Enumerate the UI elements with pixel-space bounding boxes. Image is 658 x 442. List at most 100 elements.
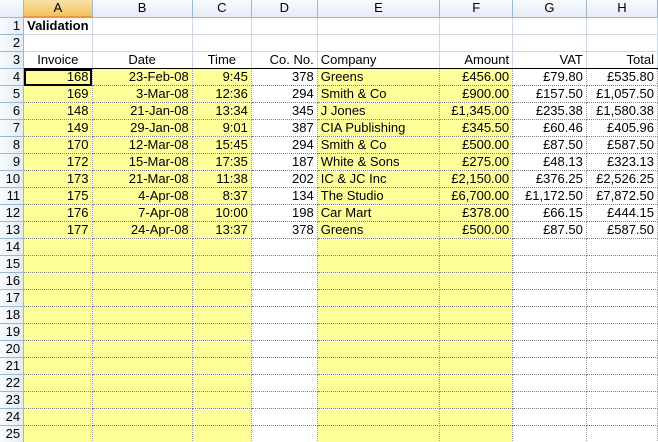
- cell-amount[interactable]: £500.00: [439, 136, 514, 154]
- cell-total[interactable]: £2,526.25: [586, 170, 658, 188]
- row-header[interactable]: 17: [0, 289, 25, 307]
- cell-co-no[interactable]: 202: [251, 170, 318, 188]
- cell[interactable]: [512, 238, 587, 256]
- cell-date[interactable]: 7-Apr-08: [92, 204, 193, 222]
- cell-date[interactable]: 21-Mar-08: [92, 170, 193, 188]
- cell[interactable]: [317, 323, 441, 341]
- cell[interactable]: [317, 391, 441, 409]
- cell-time[interactable]: 10:00: [192, 204, 252, 222]
- cell[interactable]: [92, 374, 193, 392]
- cell[interactable]: [586, 425, 658, 442]
- cell[interactable]: [439, 408, 514, 426]
- cell-vat[interactable]: £60.46: [512, 119, 587, 137]
- row-header[interactable]: 25: [0, 425, 25, 442]
- row-header[interactable]: 21: [0, 357, 25, 375]
- row-header[interactable]: 23: [0, 391, 25, 409]
- cell[interactable]: [251, 289, 318, 307]
- cell[interactable]: [23, 255, 93, 273]
- cell[interactable]: [251, 34, 318, 52]
- cell[interactable]: [512, 34, 587, 52]
- cell-date[interactable]: 21-Jan-08: [92, 102, 193, 120]
- column-header-a[interactable]: A: [23, 0, 93, 18]
- row-header[interactable]: 9: [0, 153, 25, 171]
- cell-invoice[interactable]: 168: [23, 68, 93, 86]
- cell[interactable]: [23, 357, 93, 375]
- cell-vat[interactable]: £66.15: [512, 204, 587, 222]
- cell[interactable]: [23, 340, 93, 358]
- cell[interactable]: [586, 323, 658, 341]
- cell[interactable]: [251, 425, 318, 442]
- cell[interactable]: [92, 238, 193, 256]
- cell-total[interactable]: £587.50: [586, 221, 658, 239]
- cell[interactable]: [586, 272, 658, 290]
- cell[interactable]: [192, 34, 252, 52]
- row-header[interactable]: 15: [0, 255, 25, 273]
- cell[interactable]: [23, 425, 93, 442]
- cell[interactable]: [251, 340, 318, 358]
- cell-time[interactable]: 8:37: [192, 187, 252, 205]
- cell-time[interactable]: 17:35: [192, 153, 252, 171]
- cell[interactable]: [23, 323, 93, 341]
- cell-time[interactable]: 15:45: [192, 136, 252, 154]
- cell-company[interactable]: CIA Publishing: [317, 119, 441, 137]
- cell[interactable]: [512, 289, 587, 307]
- cell-amount[interactable]: £456.00: [439, 68, 514, 86]
- cell-invoice[interactable]: 176: [23, 204, 93, 222]
- row-header[interactable]: 7: [0, 119, 25, 137]
- cell-date[interactable]: 4-Apr-08: [92, 187, 193, 205]
- cell[interactable]: [317, 272, 441, 290]
- cell[interactable]: [512, 391, 587, 409]
- cell[interactable]: [439, 306, 514, 324]
- header-co-no[interactable]: Co. No.: [251, 51, 318, 69]
- column-header-f[interactable]: F: [439, 0, 514, 18]
- cell[interactable]: [586, 306, 658, 324]
- cell-total[interactable]: £323.13: [586, 153, 658, 171]
- cell-company[interactable]: Car Mart: [317, 204, 441, 222]
- cell-total[interactable]: £587.50: [586, 136, 658, 154]
- cell[interactable]: [251, 357, 318, 375]
- cell-invoice[interactable]: 175: [23, 187, 93, 205]
- cell[interactable]: [586, 289, 658, 307]
- cell-company[interactable]: Greens: [317, 221, 441, 239]
- cell-amount[interactable]: £378.00: [439, 204, 514, 222]
- cell[interactable]: [23, 238, 93, 256]
- row-header[interactable]: 10: [0, 170, 25, 188]
- row-header[interactable]: 8: [0, 136, 25, 154]
- cell[interactable]: [586, 357, 658, 375]
- cell[interactable]: [439, 425, 514, 442]
- cell[interactable]: [439, 272, 514, 290]
- column-header-h[interactable]: H: [586, 0, 658, 18]
- cell[interactable]: [192, 323, 252, 341]
- cell-vat[interactable]: £1,172.50: [512, 187, 587, 205]
- row-header[interactable]: 6: [0, 102, 25, 120]
- cell[interactable]: [192, 238, 252, 256]
- cell[interactable]: [23, 272, 93, 290]
- cell-amount[interactable]: £1,345.00: [439, 102, 514, 120]
- cell[interactable]: [586, 238, 658, 256]
- cell[interactable]: [586, 17, 658, 35]
- column-header-d[interactable]: D: [251, 0, 318, 18]
- cell-invoice[interactable]: 148: [23, 102, 93, 120]
- row-header[interactable]: 4: [0, 68, 25, 86]
- cell[interactable]: [92, 340, 193, 358]
- cell-time[interactable]: 12:36: [192, 85, 252, 103]
- row-header[interactable]: 18: [0, 306, 25, 324]
- cell[interactable]: [512, 272, 587, 290]
- row-header[interactable]: 14: [0, 238, 25, 256]
- cell[interactable]: [439, 340, 514, 358]
- cell-vat[interactable]: £235.38: [512, 102, 587, 120]
- cell[interactable]: [92, 17, 193, 35]
- cell-date[interactable]: 23-Feb-08: [92, 68, 193, 86]
- cell-invoice[interactable]: 149: [23, 119, 93, 137]
- cell[interactable]: [586, 340, 658, 358]
- cell[interactable]: [317, 289, 441, 307]
- cell-vat[interactable]: £87.50: [512, 221, 587, 239]
- cell[interactable]: [92, 289, 193, 307]
- cell[interactable]: [317, 255, 441, 273]
- cell[interactable]: [251, 17, 318, 35]
- cell[interactable]: [439, 391, 514, 409]
- cell[interactable]: [192, 374, 252, 392]
- cell-co-no[interactable]: 198: [251, 204, 318, 222]
- cell-time[interactable]: 9:01: [192, 119, 252, 137]
- cell[interactable]: [439, 374, 514, 392]
